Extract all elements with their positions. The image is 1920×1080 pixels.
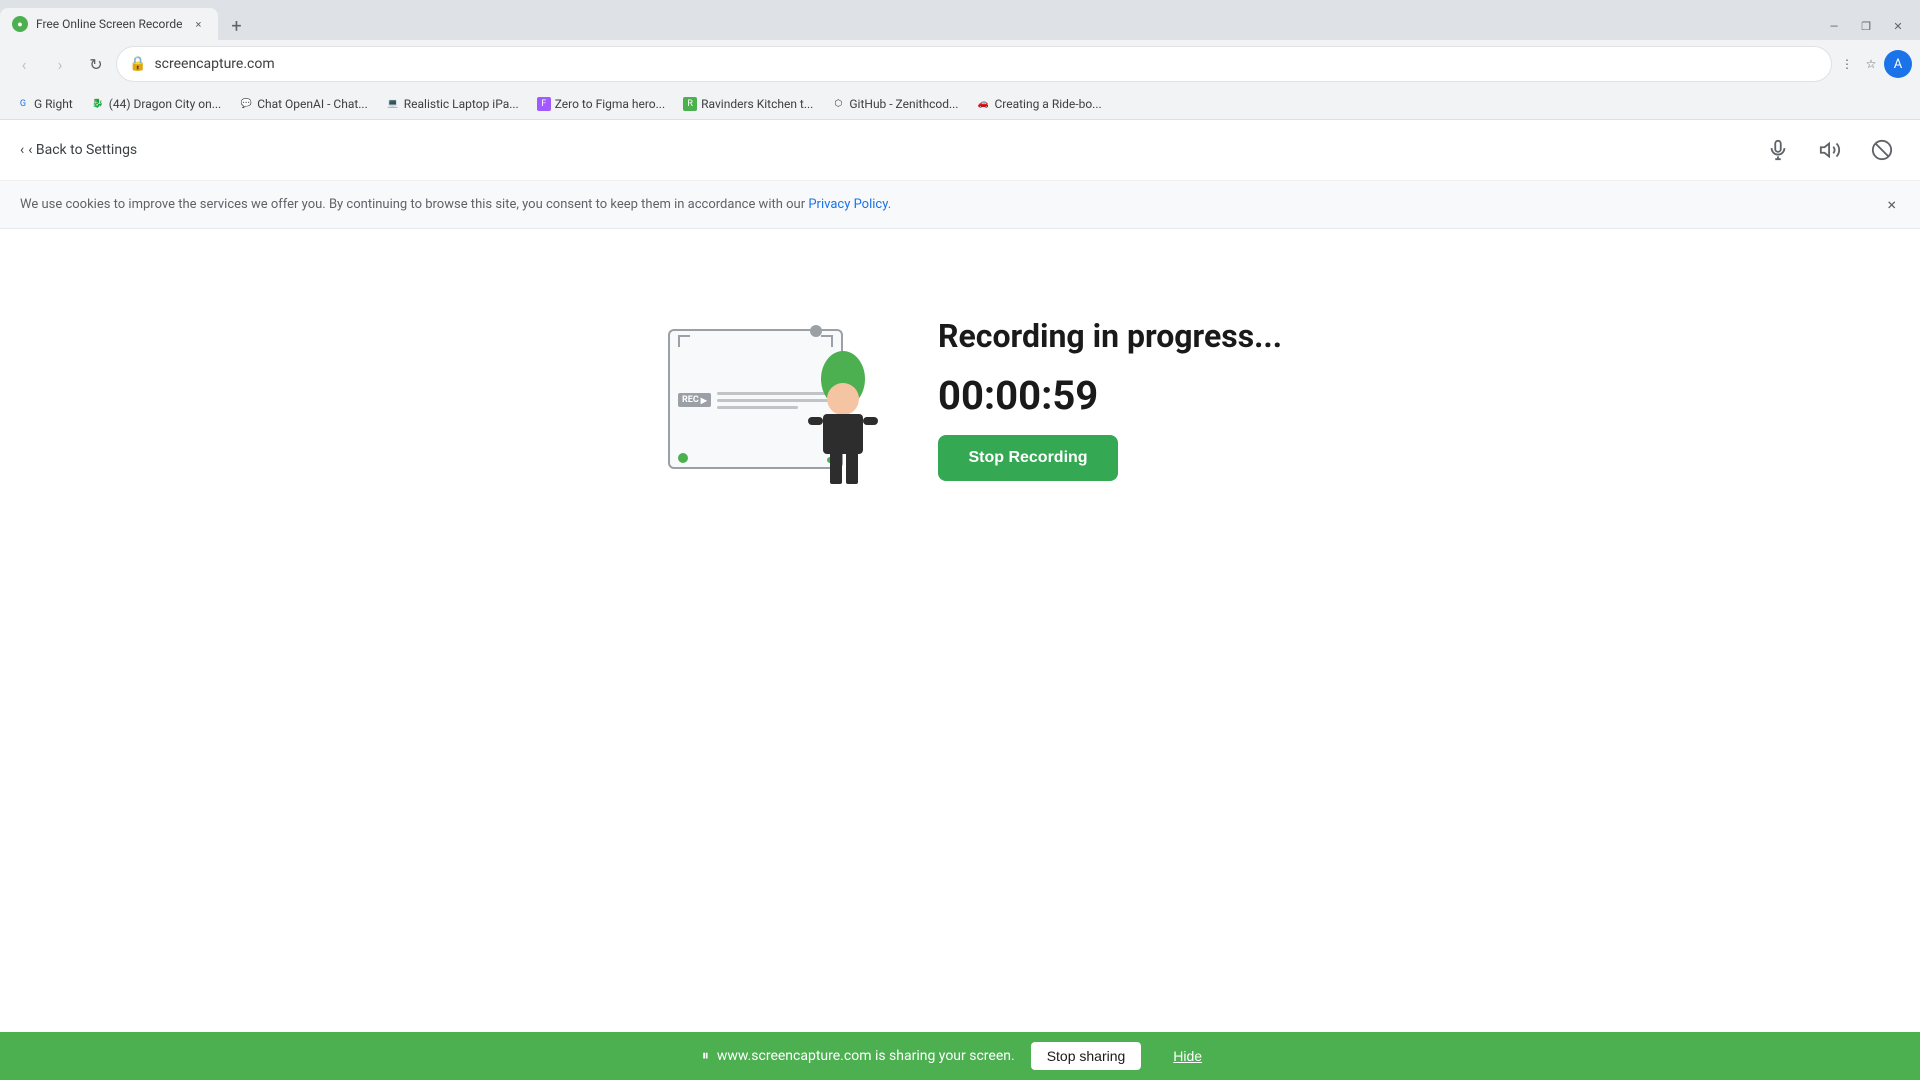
nav-bar: ‹ › ↻ 🔒 screencapture.com ⋮ ☆ A — [0, 40, 1920, 88]
recording-info: Recording in progress... 00:00:59 Stop R… — [938, 317, 1282, 480]
pause-icon: ⏸ — [702, 1048, 709, 1064]
corner-tl — [678, 335, 690, 347]
bookmark-dragon-icon: 🐉 — [91, 97, 105, 111]
rec-label: REC — [682, 395, 699, 405]
new-tab-button[interactable]: + — [222, 12, 250, 40]
cookie-text-content: We use cookies to improve the services w… — [20, 197, 808, 212]
main-content: REC ▶ — [0, 229, 1920, 569]
bookmark-ride[interactable]: 🚗 Creating a Ride-bo... — [968, 95, 1109, 113]
bookmark-ravinders-label: Ravinders Kitchen t... — [701, 97, 813, 111]
url-text: screencapture.com — [154, 56, 1819, 72]
screen-share-bar: ⏸ www.screencapture.com is sharing your … — [0, 1032, 1920, 1080]
cookie-text: We use cookies to improve the services w… — [20, 197, 891, 212]
play-icon: ▶ — [701, 396, 707, 405]
nav-actions: ⋮ ☆ A — [1836, 50, 1912, 78]
maximize-button[interactable]: ❐ — [1852, 12, 1880, 40]
bookmark-dragon-label: (44) Dragon City on... — [109, 97, 221, 111]
tab-bar: ● Free Online Screen Recorde × + — ❐ ✕ — [0, 0, 1920, 40]
circle-decoration — [810, 325, 822, 337]
address-bar[interactable]: 🔒 screencapture.com — [116, 46, 1832, 82]
microphone-button[interactable] — [1760, 132, 1796, 168]
stop-sharing-button[interactable]: Stop sharing — [1031, 1042, 1142, 1070]
lock-icon: 🔒 — [129, 56, 146, 72]
corner-tr — [821, 335, 833, 347]
person-svg — [778, 349, 878, 489]
recording-illustration: REC ▶ — [638, 309, 878, 489]
tab-title: Free Online Screen Recorde — [36, 17, 182, 31]
recording-container: REC ▶ — [638, 309, 1282, 489]
recording-timer: 00:00:59 — [938, 372, 1282, 419]
bookmark-g-icon: G — [16, 97, 30, 111]
tab-close-button[interactable]: × — [190, 16, 206, 32]
bookmark-figma[interactable]: F Zero to Figma hero... — [529, 95, 673, 113]
top-bar: ‹ ‹ Back to Settings — [0, 120, 1920, 181]
profile-button[interactable]: A — [1884, 50, 1912, 78]
hide-button[interactable]: Hide — [1157, 1042, 1218, 1070]
back-button[interactable]: ‹ — [8, 48, 40, 80]
speaker-button[interactable] — [1812, 132, 1848, 168]
active-tab[interactable]: ● Free Online Screen Recorde × — [0, 8, 218, 40]
stop-recording-button[interactable]: Stop Recording — [938, 435, 1118, 481]
bookmark-figma-label: Zero to Figma hero... — [555, 97, 665, 111]
bookmarks-bar: G G Right 🐉 (44) Dragon City on... 💬 Cha… — [0, 88, 1920, 120]
bookmark-github-label: GitHub - Zenithcod... — [849, 97, 958, 111]
bookmark-g-right[interactable]: G G Right — [8, 95, 81, 113]
bookmark-openai[interactable]: 💬 Chat OpenAI - Chat... — [231, 95, 376, 113]
recording-status-title: Recording in progress... — [938, 317, 1282, 355]
reload-button[interactable]: ↻ — [80, 48, 112, 80]
dot-left — [678, 453, 688, 463]
bookmark-openai-icon: 💬 — [239, 97, 253, 111]
bookmark-ride-label: Creating a Ride-bo... — [994, 97, 1101, 111]
block-button[interactable] — [1864, 132, 1900, 168]
bookmark-laptop-icon: 💻 — [386, 97, 400, 111]
tab-favicon: ● — [12, 16, 28, 32]
privacy-policy-link[interactable]: Privacy Policy. — [808, 197, 891, 212]
bookmark-g-label: G Right — [34, 97, 73, 111]
bookmark-laptop-label: Realistic Laptop iPa... — [404, 97, 519, 111]
screen-share-text: ⏸ www.screencapture.com is sharing your … — [702, 1048, 1015, 1064]
bookmark-openai-label: Chat OpenAI - Chat... — [257, 97, 368, 111]
minimize-button[interactable]: — — [1820, 12, 1848, 40]
bookmark-github[interactable]: ⬡ GitHub - Zenithcod... — [823, 95, 966, 113]
back-to-settings-link[interactable]: ‹ ‹ Back to Settings — [20, 142, 137, 158]
cookie-banner: We use cookies to improve the services w… — [0, 181, 1920, 229]
top-icons — [1760, 132, 1900, 168]
close-button[interactable]: ✕ — [1884, 12, 1912, 40]
bookmarks-button[interactable]: ☆ — [1860, 53, 1882, 75]
bookmark-github-icon: ⬡ — [831, 97, 845, 111]
bookmark-ride-icon: 🚗 — [976, 97, 990, 111]
browser-chrome: ● Free Online Screen Recorde × + — ❐ ✕ ‹… — [0, 0, 1920, 120]
back-to-settings-label: ‹ Back to Settings — [28, 142, 137, 158]
back-chevron-icon: ‹ — [20, 142, 24, 158]
bookmark-ravinders-icon: R — [683, 97, 697, 111]
bookmark-ravinders[interactable]: R Ravinders Kitchen t... — [675, 95, 821, 113]
forward-button[interactable]: › — [44, 48, 76, 80]
extensions-button[interactable]: ⋮ — [1836, 53, 1858, 75]
cookie-close-button[interactable]: × — [1883, 191, 1900, 218]
bookmark-figma-icon: F — [537, 97, 551, 111]
rec-badge: REC ▶ — [678, 393, 711, 407]
bookmark-laptop[interactable]: 💻 Realistic Laptop iPa... — [378, 95, 527, 113]
screen-share-message: www.screencapture.com is sharing your sc… — [717, 1048, 1015, 1064]
bookmark-dragon-city[interactable]: 🐉 (44) Dragon City on... — [83, 95, 229, 113]
page-content: ‹ ‹ Back to Settings — [0, 120, 1920, 569]
tab-controls: — ❐ ✕ — [1820, 12, 1920, 40]
